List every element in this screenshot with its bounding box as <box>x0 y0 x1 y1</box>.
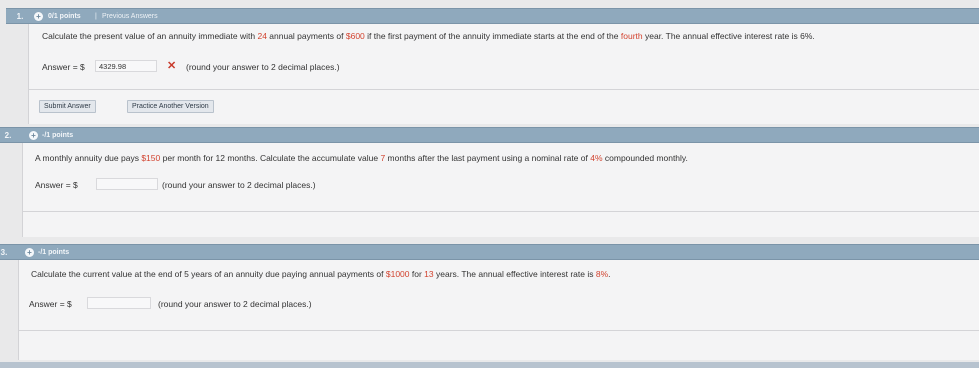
points-label: -/1 points <box>42 131 74 139</box>
rounding-hint: (round your answer to 2 decimal places.) <box>162 180 316 190</box>
question-text: Calculate the current value at the end o… <box>31 269 611 279</box>
question-1-body: Calculate the present value of an annuit… <box>28 24 979 124</box>
answer-label: Answer = $ <box>29 299 72 309</box>
plus-circle-icon[interactable]: + <box>29 130 38 140</box>
points-label: 0/1 points <box>48 12 81 20</box>
question-number: 1. <box>16 11 24 21</box>
question-3-header: 3. + -/1 points <box>0 244 979 260</box>
answer-label: Answer = $ <box>42 62 85 72</box>
answer-input[interactable] <box>96 178 158 190</box>
question-text: Calculate the present value of an annuit… <box>42 31 815 41</box>
x-mark-icon: ✕ <box>167 60 177 72</box>
question-1: 1. + 0/1 points | Previous Answers Calcu… <box>0 8 979 126</box>
divider <box>29 89 979 90</box>
plus-circle-icon[interactable]: + <box>34 11 43 21</box>
question-number: 2. <box>4 130 12 140</box>
previous-answers-link[interactable]: Previous Answers <box>102 13 158 20</box>
question-3-body: Calculate the current value at the end o… <box>18 260 979 360</box>
question-3: 3. + -/1 points Calculate the current va… <box>0 244 979 362</box>
rounding-hint: (round your answer to 2 decimal places.) <box>158 299 312 309</box>
plus-circle-icon[interactable]: + <box>25 247 34 257</box>
divider <box>19 330 979 331</box>
rounding-hint: (round your answer to 2 decimal places.) <box>186 62 340 72</box>
separator: | <box>95 12 97 20</box>
question-text: A monthly annuity due pays $150 per mont… <box>35 153 688 163</box>
answer-input[interactable]: 4329.98 <box>95 60 157 72</box>
submit-answer-button[interactable]: Submit Answer <box>39 100 96 113</box>
question-2-header: 2. + -/1 points <box>0 127 979 143</box>
answer-input[interactable] <box>87 297 151 309</box>
bottom-strip <box>0 362 979 368</box>
divider <box>23 211 979 212</box>
points-label: -/1 points <box>38 248 70 256</box>
answer-label: Answer = $ <box>35 180 78 190</box>
question-2-body: A monthly annuity due pays $150 per mont… <box>22 143 979 237</box>
practice-another-version-button[interactable]: Practice Another Version <box>127 100 214 113</box>
question-1-header: 1. + 0/1 points | Previous Answers <box>6 8 979 24</box>
question-2: 2. + -/1 points A monthly annuity due pa… <box>0 127 979 239</box>
question-number: 3. <box>0 247 8 257</box>
